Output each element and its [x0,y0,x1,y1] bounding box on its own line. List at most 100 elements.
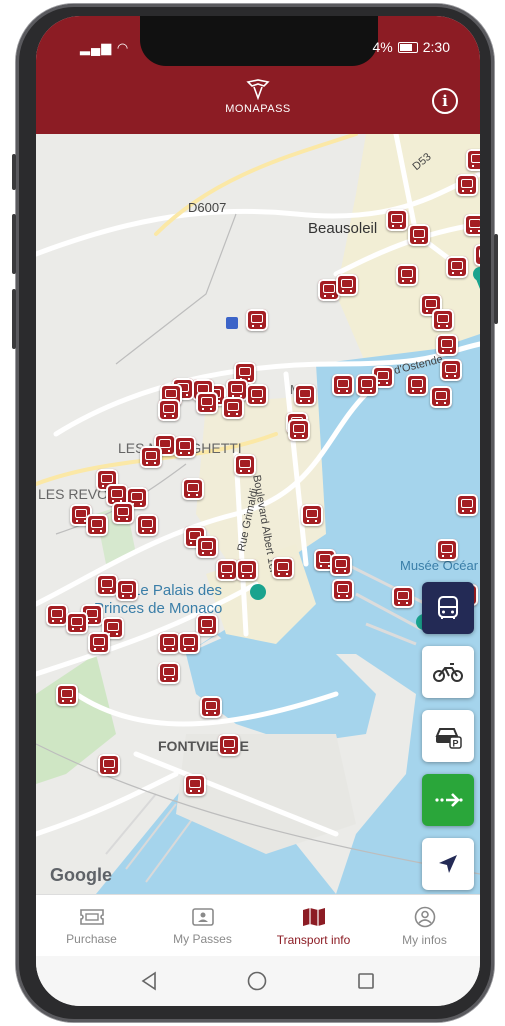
tab-purchase[interactable]: Purchase [36,895,147,957]
volume-down-button [12,289,16,349]
bus-stop-marker[interactable] [216,559,238,581]
bus-stop-marker[interactable] [272,557,294,579]
app-name: MONAPASS [225,103,291,115]
bus-stop-marker[interactable] [196,536,218,558]
bus-stop-marker[interactable] [98,754,120,776]
id-card-icon [191,907,214,926]
location-arrow-icon [439,855,457,873]
tab-purchase-label: Purchase [66,931,117,946]
status-icons-right: 4% 2:30 [373,39,450,55]
back-icon[interactable] [140,971,158,991]
bus-stop-marker[interactable] [140,446,162,468]
bus-stop-marker[interactable] [86,514,108,536]
bicycle-icon [433,663,463,682]
tab-my-infos[interactable]: My infos [369,895,480,957]
ticket-icon [79,908,104,925]
tab-transport-info[interactable]: Transport info [258,895,369,957]
bus-stop-marker[interactable] [196,392,218,414]
bus-stop-marker[interactable] [136,514,158,536]
bus-stop-marker[interactable] [196,614,218,636]
bus-stop-marker[interactable] [474,244,480,266]
map-label-palais-line1: Le Palais des [132,582,223,599]
my-location-button[interactable] [422,838,474,890]
info-button[interactable]: i [432,88,458,114]
bus-stop-marker[interactable] [332,374,354,396]
map-label-beausoleil: Beausoleil [308,220,378,237]
map-label-d6007: D6007 [188,200,227,215]
transport-map[interactable]: D6007 Beausoleil D53 LES MONEGHETTI LES … [36,134,480,894]
bus-stop-marker[interactable] [246,384,268,406]
app-screen: ▂▄▆ ◠ 4% 2:30 MONAPASS i D6007 Beausolei… [36,16,480,1006]
bus-stop-marker[interactable] [336,274,358,296]
bus-stop-marker[interactable] [96,574,118,596]
bus-stop-marker[interactable] [158,632,180,654]
bus-stop-marker[interactable] [222,397,244,419]
bus-stop-marker[interactable] [158,399,180,421]
google-logo: Google [50,865,112,885]
bus-stop-marker[interactable] [158,662,180,684]
user-circle-icon [414,906,435,927]
bike-mode-button[interactable] [422,646,474,698]
battery-percent: 4% [372,39,393,55]
status-icons-left: ▂▄▆ ◠ [80,40,129,56]
bus-stop-marker[interactable] [330,554,352,576]
bottom-tab-bar: Purchase My Passes Transport info My inf… [36,894,480,957]
app-header: ▂▄▆ ◠ 4% 2:30 MONAPASS i [36,16,480,134]
bus-stop-marker[interactable] [456,174,478,196]
bus-stop-marker[interactable] [332,579,354,601]
system-nav-bar [36,956,480,1006]
car-parking-icon: P [435,728,462,749]
bus-stop-marker[interactable] [456,494,478,516]
bus-stop-marker[interactable] [174,436,196,458]
parking-mode-button[interactable]: P [422,710,474,762]
bus-stop-marker[interactable] [182,478,204,500]
bus-stop-marker[interactable] [446,256,468,278]
recents-icon[interactable] [356,971,376,991]
bus-stop-marker[interactable] [288,419,310,441]
bus-stop-marker[interactable] [396,264,418,286]
bus-stop-marker[interactable] [294,384,316,406]
bus-stop-marker[interactable] [406,374,428,396]
bus-stop-marker[interactable] [440,359,462,381]
directions-button[interactable] [422,774,474,826]
wifi-icon: ◠ [116,40,130,55]
bus-stop-marker[interactable] [246,309,268,331]
info-icon: i [442,92,448,110]
tab-my-infos-label: My infos [402,932,447,947]
bus-stop-marker[interactable] [178,632,200,654]
map-icon [302,907,325,926]
bus-stop-marker[interactable] [432,309,454,331]
bus-stop-marker[interactable] [356,374,378,396]
bus-stop-marker[interactable] [184,774,206,796]
bus-stop-marker[interactable] [218,734,240,756]
tab-my-passes-label: My Passes [173,931,232,946]
bus-stop-marker[interactable] [66,612,88,634]
bus-mode-button[interactable] [422,582,474,634]
tab-my-passes[interactable]: My Passes [147,895,258,957]
bus-stop-marker[interactable] [386,209,408,231]
bus-stop-marker[interactable] [236,559,258,581]
bus-icon [438,596,458,619]
monapass-logo-mark [246,79,270,101]
bus-stop-marker[interactable] [301,504,323,526]
signal-icon: ▂▄▆ [80,40,113,55]
bus-stop-marker[interactable] [56,684,78,706]
camera-notch [140,16,378,66]
bus-stop-marker[interactable] [116,579,138,601]
mute-switch [12,154,16,190]
bus-stop-marker[interactable] [234,454,256,476]
bus-stop-marker[interactable] [88,632,110,654]
bus-stop-marker[interactable] [436,539,458,561]
directions-icon [435,793,463,807]
bus-stop-marker[interactable] [200,696,222,718]
bus-stop-marker[interactable] [392,586,414,608]
bus-stop-marker[interactable] [430,386,452,408]
bus-stop-marker[interactable] [436,334,458,356]
bus-stop-marker[interactable] [112,502,134,524]
bus-stop-marker[interactable] [464,214,480,236]
battery-icon [397,41,418,53]
bus-stop-marker[interactable] [466,149,480,171]
home-icon[interactable] [246,970,268,992]
bus-stop-marker[interactable] [408,224,430,246]
bus-stop-marker[interactable] [46,604,68,626]
